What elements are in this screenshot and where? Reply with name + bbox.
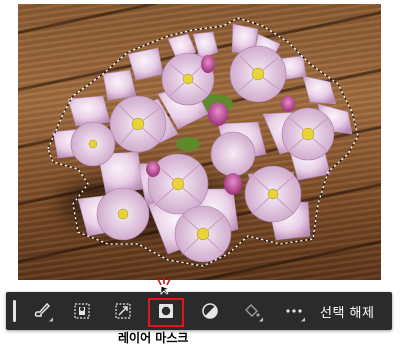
adjustment-button[interactable] (196, 298, 224, 324)
caption-label: 레이어 마스크 (118, 331, 189, 345)
deselect-button[interactable]: 선택 해제 (320, 302, 374, 321)
transform-selection-icon (113, 301, 133, 321)
select-subject-button[interactable] (68, 298, 96, 324)
fill-bucket-icon (242, 301, 262, 321)
adjustment-icon (200, 301, 220, 321)
more-icon (284, 301, 304, 321)
drag-handle[interactable] (13, 300, 16, 322)
brush-button[interactable] (28, 298, 56, 324)
photo-canvas (18, 4, 381, 280)
transform-selection-button[interactable] (109, 298, 137, 324)
fill-button[interactable] (238, 298, 266, 324)
click-cursor-icon (154, 277, 176, 299)
more-button[interactable] (280, 298, 308, 324)
brush-icon (32, 301, 52, 321)
select-subject-icon (72, 301, 92, 321)
layer-mask-highlight-box (148, 298, 184, 327)
flower-bouquet-photo (47, 17, 359, 267)
